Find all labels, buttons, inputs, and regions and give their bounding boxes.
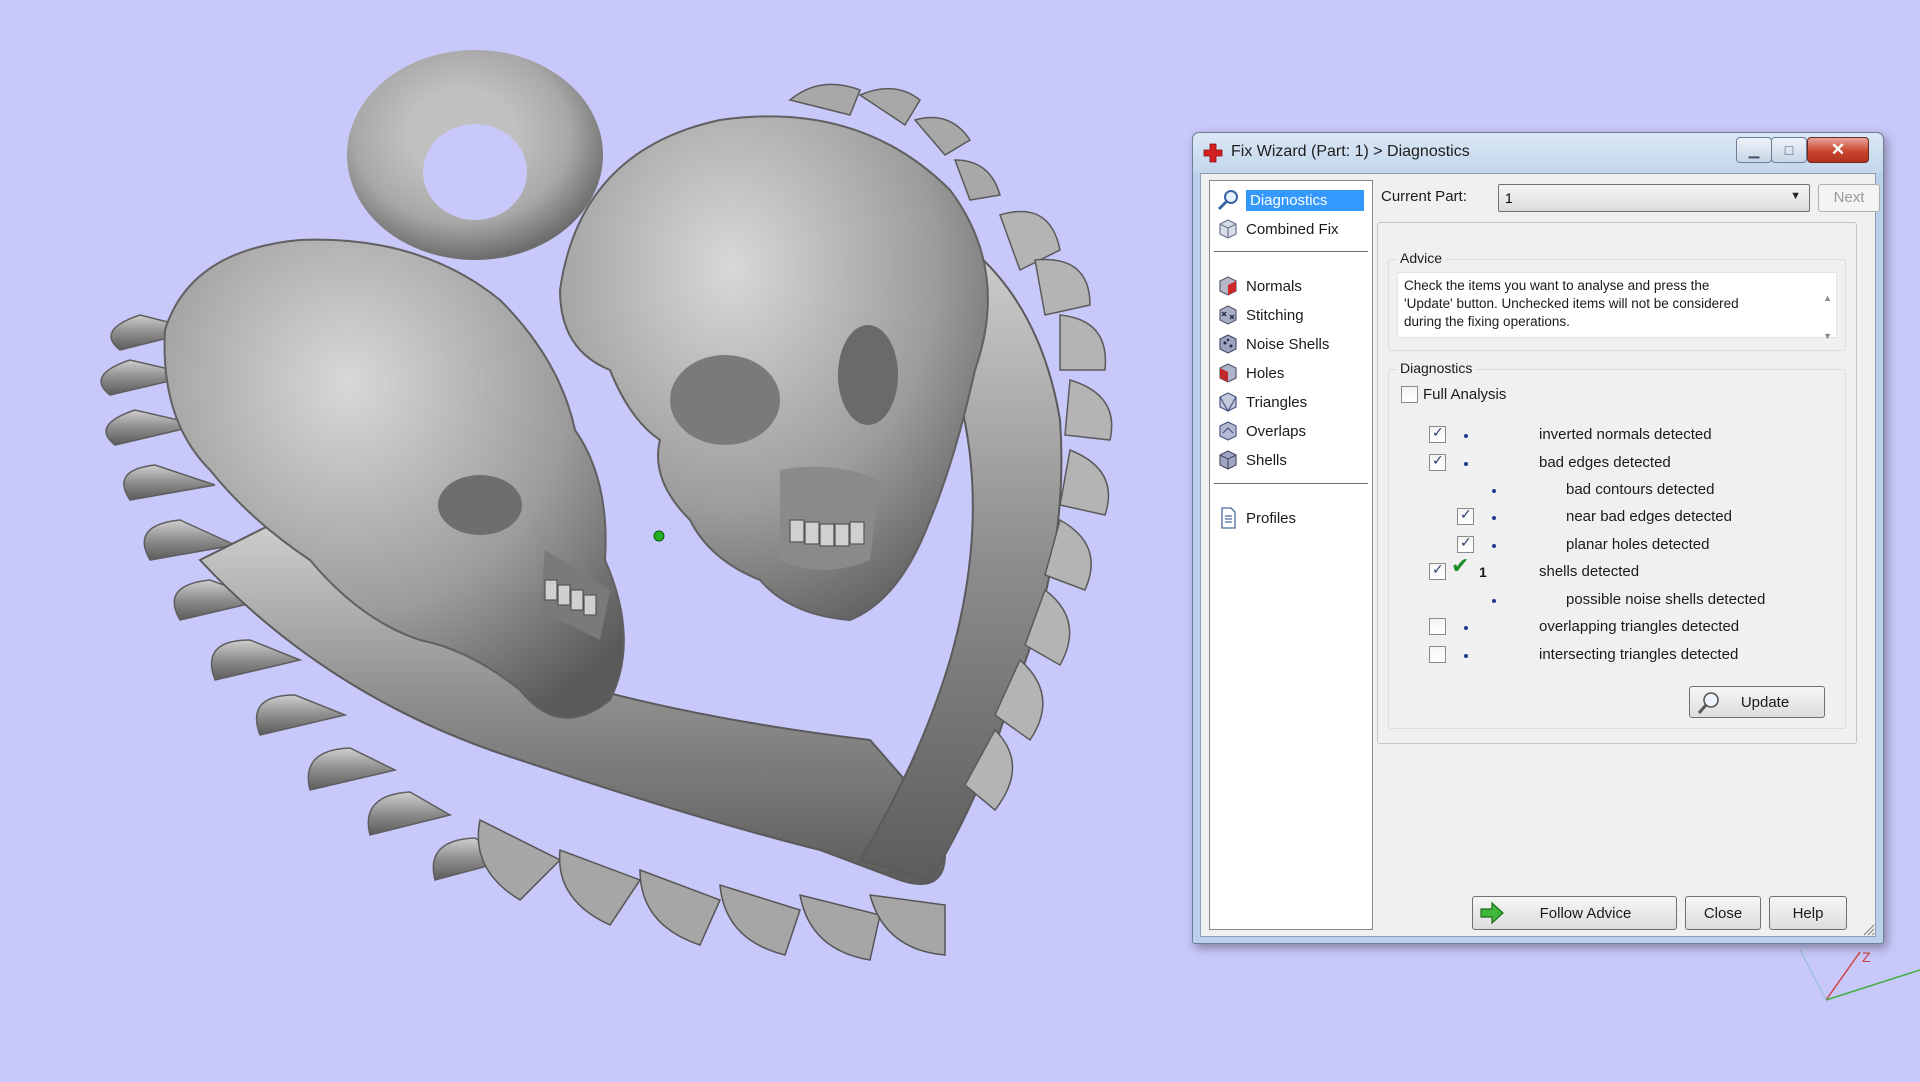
full-analysis-label: Full Analysis bbox=[1423, 386, 1507, 403]
nav-separator bbox=[1214, 483, 1368, 485]
status-dot bbox=[1464, 654, 1468, 658]
follow-advice-label: Follow Advice bbox=[1539, 904, 1632, 922]
status-dot bbox=[1492, 516, 1496, 520]
document-icon bbox=[1221, 507, 1236, 529]
close-button[interactable]: Close bbox=[1685, 896, 1761, 930]
current-part-value: 1 bbox=[1505, 190, 1513, 206]
pivot-point bbox=[653, 530, 665, 542]
nav-label: Combined Fix bbox=[1246, 220, 1339, 238]
advice-scrollbar[interactable]: ▲ ▼ bbox=[1823, 279, 1832, 355]
nav-item-noise-shells[interactable]: Noise Shells bbox=[1216, 331, 1366, 357]
resize-grip-icon[interactable] bbox=[1861, 922, 1875, 936]
nav-label: Normals bbox=[1246, 277, 1302, 295]
chevron-down-icon: ▼ bbox=[1790, 190, 1801, 202]
advice-group: Advice Check the items you want to analy… bbox=[1388, 250, 1846, 351]
triangles-cube-icon bbox=[1219, 392, 1237, 413]
nav-label: Noise Shells bbox=[1246, 335, 1330, 353]
nav-item-normals[interactable]: Normals bbox=[1216, 273, 1366, 299]
nav-item-combined-fix[interactable]: Combined Fix bbox=[1216, 216, 1366, 242]
overlaps-cube-icon bbox=[1219, 421, 1237, 441]
advice-title: Advice bbox=[1397, 250, 1446, 266]
advice-text-line: during the fixing operations. bbox=[1404, 314, 1570, 329]
shells-checkbox[interactable] bbox=[1429, 562, 1446, 580]
nav-label: Holes bbox=[1246, 364, 1285, 382]
cube-icon bbox=[1219, 219, 1237, 239]
shells-cube-icon bbox=[1219, 450, 1237, 470]
noise-shells-icon bbox=[1219, 334, 1237, 354]
status-dot bbox=[1464, 462, 1468, 466]
bad-edges-checkbox[interactable] bbox=[1429, 453, 1446, 471]
status-dot bbox=[1492, 489, 1496, 493]
planar-holes-checkbox[interactable] bbox=[1457, 535, 1474, 553]
nav-item-overlaps[interactable]: Overlaps bbox=[1216, 418, 1366, 444]
green-arrow-icon bbox=[1480, 901, 1504, 925]
diagnostics-panel: Advice Check the items you want to analy… bbox=[1377, 222, 1857, 744]
holes-cube-icon bbox=[1219, 363, 1237, 383]
wizard-nav-list: Diagnostics Combined Fix Normals Stitchi… bbox=[1209, 180, 1373, 930]
diag-row-label: overlapping triangles detected bbox=[1539, 618, 1740, 635]
normals-cube-icon bbox=[1219, 276, 1237, 296]
diag-row-label: near bad edges detected bbox=[1566, 508, 1732, 525]
follow-advice-button[interactable]: Follow Advice bbox=[1472, 896, 1677, 930]
diag-row-label: shells detected bbox=[1539, 563, 1640, 580]
axis-z-label: Z bbox=[1862, 949, 1871, 965]
update-label: Update bbox=[1740, 693, 1790, 711]
nav-item-shells[interactable]: Shells bbox=[1216, 447, 1366, 473]
stitching-cube-icon bbox=[1219, 305, 1237, 325]
help-label: Help bbox=[1792, 904, 1824, 922]
magnifier-icon bbox=[1697, 692, 1719, 714]
status-dot bbox=[1464, 626, 1468, 630]
advice-text-box: Check the items you want to analyse and … bbox=[1397, 272, 1837, 341]
nav-item-triangles[interactable]: Triangles bbox=[1216, 389, 1366, 415]
check-ok-icon: ✔ bbox=[1451, 554, 1470, 579]
nav-label: Overlaps bbox=[1246, 422, 1307, 440]
diag-row-label: inverted normals detected bbox=[1539, 426, 1712, 443]
current-part-select[interactable]: 1 ▼ bbox=[1498, 184, 1810, 212]
current-part-label: Current Part: bbox=[1381, 188, 1467, 205]
minimize-button[interactable]: ▁ bbox=[1736, 137, 1772, 163]
advice-text-line: 'Update' button. Unchecked items will no… bbox=[1404, 296, 1739, 311]
status-dot bbox=[1492, 544, 1496, 548]
diag-row-label: bad edges detected bbox=[1539, 454, 1671, 471]
status-dot bbox=[1492, 599, 1496, 603]
nav-label: Shells bbox=[1246, 451, 1287, 469]
nav-label: Diagnostics bbox=[1246, 189, 1364, 211]
nav-separator bbox=[1214, 251, 1368, 253]
next-button[interactable]: Next bbox=[1818, 184, 1880, 212]
diag-row-label: intersecting triangles detected bbox=[1539, 646, 1739, 663]
magnifier-icon bbox=[1217, 190, 1238, 211]
nav-item-holes[interactable]: Holes bbox=[1216, 360, 1366, 386]
overlapping-triangles-checkbox[interactable] bbox=[1429, 618, 1446, 635]
advice-text-line: Check the items you want to analyse and … bbox=[1404, 278, 1710, 293]
status-dot bbox=[1464, 434, 1468, 438]
nav-label: Profiles bbox=[1246, 509, 1297, 527]
help-button[interactable]: Help bbox=[1769, 896, 1847, 930]
axis-indicator: Z bbox=[1790, 940, 1920, 1015]
titlebar[interactable]: Fix Wizard (Part: 1) > Diagnostics ▁ □ ✕ bbox=[1193, 133, 1883, 173]
full-analysis-checkbox[interactable] bbox=[1401, 386, 1418, 403]
near-bad-edges-checkbox[interactable] bbox=[1457, 507, 1474, 525]
window-title: Fix Wizard (Part: 1) > Diagnostics bbox=[1231, 143, 1470, 160]
inverted-normals-checkbox[interactable] bbox=[1429, 425, 1446, 443]
diag-row-label: planar holes detected bbox=[1566, 536, 1710, 553]
diag-row-label: possible noise shells detected bbox=[1566, 591, 1766, 608]
nav-label: Triangles bbox=[1246, 393, 1308, 411]
nav-item-diagnostics[interactable]: Diagnostics bbox=[1216, 187, 1366, 213]
diag-row-label: bad contours detected bbox=[1566, 481, 1715, 498]
nav-item-profiles[interactable]: Profiles bbox=[1216, 505, 1366, 531]
maximize-button[interactable]: □ bbox=[1771, 137, 1807, 163]
diagnostics-title: Diagnostics bbox=[1397, 360, 1476, 376]
update-button[interactable]: Update bbox=[1689, 686, 1825, 718]
intersecting-triangles-checkbox[interactable] bbox=[1429, 646, 1446, 663]
right-skull bbox=[558, 115, 989, 622]
shells-count: 1 bbox=[1479, 564, 1487, 580]
diagnostics-group: Diagnostics Full Analysis inverted norma… bbox=[1388, 360, 1846, 729]
nav-item-stitching[interactable]: Stitching bbox=[1216, 302, 1366, 328]
red-cross-icon bbox=[1203, 143, 1223, 163]
dialog-client-area: Diagnostics Combined Fix Normals Stitchi… bbox=[1200, 173, 1880, 937]
close-label: Close bbox=[1703, 904, 1743, 922]
nav-label: Stitching bbox=[1246, 306, 1304, 324]
close-window-button[interactable]: ✕ bbox=[1807, 137, 1869, 163]
fix-wizard-dialog: Fix Wizard (Part: 1) > Diagnostics ▁ □ ✕… bbox=[1192, 132, 1884, 944]
